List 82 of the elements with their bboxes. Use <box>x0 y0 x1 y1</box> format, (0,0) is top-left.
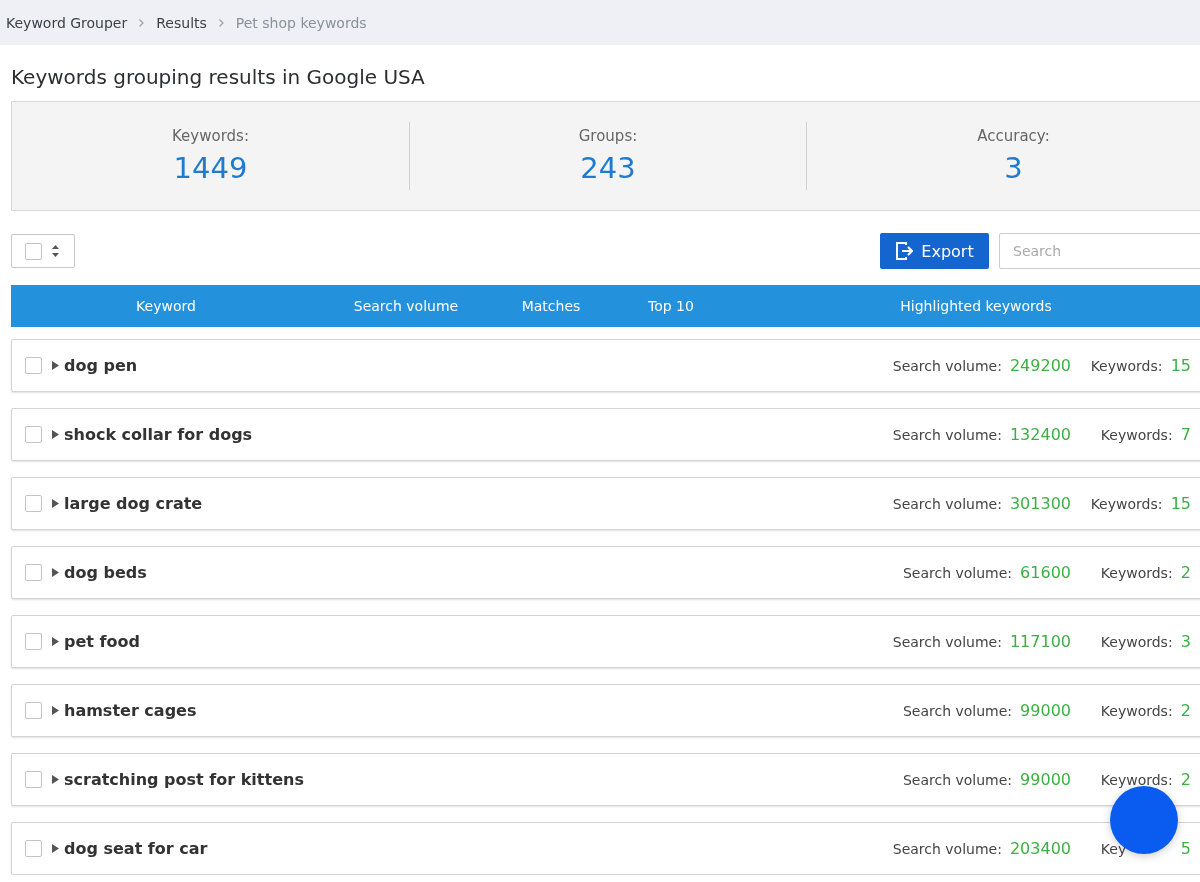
expand-caret-icon[interactable] <box>52 568 59 577</box>
volume-label: Search volume: <box>902 564 1013 581</box>
group-row[interactable]: pet food Search volume: 117100 Keywords: 3 <box>11 615 1200 668</box>
expand-caret-icon[interactable] <box>52 844 59 853</box>
keyword-text: dog seat for car <box>64 839 208 858</box>
keywords-label: Keywords: <box>1100 633 1173 650</box>
breadcrumb: Pet shop keywords <box>235 14 367 31</box>
volume-label: Search volume: <box>902 771 1013 788</box>
stat-value: 243 <box>580 151 636 185</box>
volume-value: 61600 <box>1020 563 1071 582</box>
volume-label: Search volume: <box>892 426 1002 443</box>
group-row[interactable]: hamster cages Search volume: 99000 Keywords: 2 <box>11 684 1200 737</box>
keyword-text: dog beds <box>64 563 147 582</box>
breadcrumb[interactable]: Keyword Grouper <box>6 14 128 31</box>
keywords-label: Keywords: <box>1090 495 1163 512</box>
checkbox[interactable] <box>25 702 42 719</box>
sort-arrows-icon <box>52 245 59 257</box>
volume-label: Search volume: <box>892 840 1002 857</box>
expand-caret-icon[interactable] <box>52 637 59 646</box>
keywords-count: 2 <box>1180 770 1191 789</box>
keywords-label: Keywords: <box>1100 771 1173 788</box>
keywords-label: Key <box>1100 840 1128 857</box>
group-row[interactable]: shock collar for dogs Search volume: 132400 Keywords: 7 <box>11 408 1200 461</box>
stat-value: 3 <box>1004 151 1023 185</box>
chevron-icon <box>139 18 145 27</box>
volume-label: Search volume: <box>892 357 1002 374</box>
stat-value: 1449 <box>173 151 248 185</box>
chevron-icon <box>218 18 224 27</box>
checkbox[interactable] <box>25 426 42 443</box>
keyword-text: pet food <box>64 632 140 651</box>
stat-label: Keywords: <box>172 127 249 145</box>
keyword-text: dog pen <box>64 356 138 375</box>
group-row[interactable]: dog beds Search volume: 61600 Keywords: 2 <box>11 546 1200 599</box>
group-row[interactable]: scratching post for kittens Search volume: 99000 Keywords: 2 <box>11 753 1200 806</box>
export-button[interactable]: Export <box>880 233 989 269</box>
export-icon <box>895 242 914 260</box>
keyword-text: hamster cages <box>64 701 197 720</box>
checkbox[interactable] <box>25 495 42 512</box>
checkbox[interactable] <box>25 357 42 374</box>
keywords-count: 15 <box>1170 494 1191 513</box>
volume-value: 203400 <box>1009 839 1071 858</box>
expand-caret-icon[interactable] <box>52 775 59 784</box>
keyword-text: scratching post for kittens <box>64 770 304 789</box>
volume-label: Search volume: <box>892 495 1002 512</box>
volume-value: 132400 <box>1009 425 1071 444</box>
volume-value: 249200 <box>1009 356 1071 375</box>
expand-caret-icon[interactable] <box>52 361 59 370</box>
expand-caret-icon[interactable] <box>52 430 59 439</box>
checkbox[interactable] <box>25 633 42 650</box>
keywords-count: 15 <box>1170 356 1191 375</box>
keywords-count: 5 <box>1180 839 1191 858</box>
volume-value: 99000 <box>1020 701 1071 720</box>
stat-label: Accuracy: <box>977 127 1050 145</box>
keywords-label: Keywords: <box>1100 702 1173 719</box>
volume-value: 117100 <box>1009 632 1071 651</box>
volume-label: Search volume: <box>892 633 1002 650</box>
select-dropdown[interactable] <box>11 234 75 268</box>
checkbox[interactable] <box>25 564 42 581</box>
volume-label: Search volume: <box>902 702 1013 719</box>
keywords-count: 3 <box>1180 632 1191 651</box>
keywords-count: 7 <box>1180 425 1191 444</box>
keywords-count: 2 <box>1180 701 1191 720</box>
keywords-label: Keywords: <box>1100 564 1173 581</box>
keywords-count: 2 <box>1180 563 1191 582</box>
volume-value: 99000 <box>1020 770 1071 789</box>
checkbox[interactable] <box>25 840 42 857</box>
checkbox[interactable] <box>25 242 42 260</box>
keyword-text: large dog crate <box>64 494 203 513</box>
keywords-label: Keywords: <box>1090 357 1163 374</box>
keyword-text: shock collar for dogs <box>64 425 253 444</box>
keywords-label: Keywords: <box>1100 426 1173 443</box>
expand-caret-icon[interactable] <box>52 499 59 508</box>
stat-label: Groups: <box>578 127 638 145</box>
group-row[interactable]: large dog crate Search volume: 301300 Keywords: 15 <box>11 477 1200 530</box>
search-field[interactable]: Search <box>999 233 1200 269</box>
volume-value: 301300 <box>1009 494 1071 513</box>
checkbox[interactable] <box>25 771 42 788</box>
group-row[interactable]: dog pen Search volume: 249200 Keywords: 15 <box>11 339 1200 392</box>
breadcrumb[interactable]: Results <box>156 14 207 31</box>
expand-caret-icon[interactable] <box>52 706 59 715</box>
page-title: Keywords grouping results in Google USA <box>11 65 426 89</box>
group-row[interactable]: dog seat for car Search volume: 203400 Key 5 <box>11 822 1200 875</box>
